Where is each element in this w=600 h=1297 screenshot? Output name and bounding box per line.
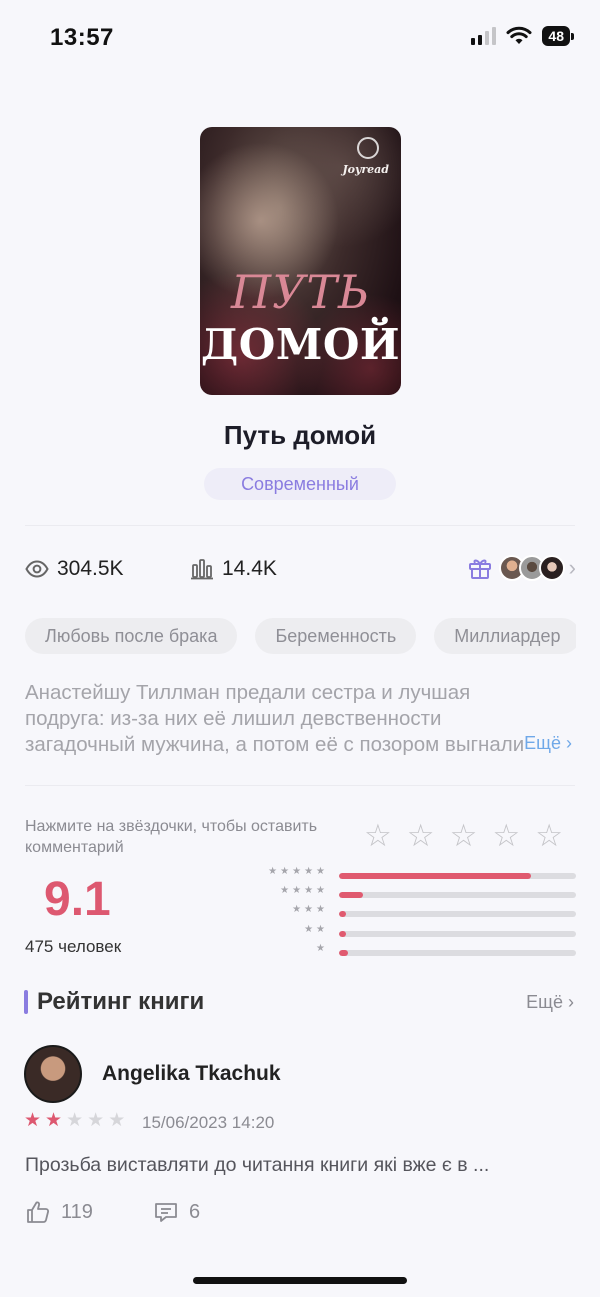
rating-hint: Нажмите на звёздочки, чтобы оставить ком… xyxy=(25,818,318,856)
divider xyxy=(25,785,575,786)
distribution-bar-track xyxy=(339,931,576,937)
views-stat: 304.5K xyxy=(25,557,124,581)
genre-chip[interactable]: Современный xyxy=(204,468,396,500)
status-bar: 13:57 48 xyxy=(0,0,600,78)
distribution-star-label: ★★ xyxy=(304,924,328,935)
distribution-star-label: ★ xyxy=(316,943,328,954)
star-outline-icon[interactable]: ☆ xyxy=(364,820,392,851)
distribution-bar-fill xyxy=(339,911,347,917)
popularity-stat: 14.4K xyxy=(190,557,277,581)
distribution-bar-track xyxy=(339,892,576,898)
distribution-bar-track xyxy=(339,950,576,956)
like-button[interactable]: 119 xyxy=(25,1199,93,1225)
thumbs-up-icon xyxy=(27,1201,50,1223)
distribution-star-label: ★★★ xyxy=(292,904,328,915)
like-count: 119 xyxy=(61,1200,93,1223)
review-text[interactable]: Прозьба виставляти до читання книги які … xyxy=(25,1154,570,1177)
rating-distribution-row: ★★ xyxy=(260,924,576,939)
home-indicator[interactable] xyxy=(193,1277,407,1284)
rating-distribution-row: ★★★★★ xyxy=(260,866,576,881)
star-outline-icon[interactable]: ☆ xyxy=(492,820,520,851)
status-indicators: 48 xyxy=(471,26,574,46)
wifi-icon xyxy=(506,26,532,44)
battery-indicator: 48 xyxy=(542,26,574,46)
distribution-bar-fill xyxy=(339,892,363,898)
star-empty-icon: ★ xyxy=(87,1110,105,1131)
divider xyxy=(25,525,575,526)
bars-icon xyxy=(191,559,213,580)
rating-distribution-row: ★ xyxy=(260,943,576,958)
distribution-star-label: ★★★★★ xyxy=(268,866,328,877)
section-accent-bar xyxy=(24,990,28,1014)
rating-count: 475 человек xyxy=(25,937,122,956)
gift-fans[interactable]: › xyxy=(467,555,576,581)
reviews-more-link[interactable]: Ещё › xyxy=(526,992,574,1013)
star-empty-icon: ★ xyxy=(108,1110,126,1131)
distribution-bar-fill xyxy=(339,873,531,879)
review-date: 15/06/2023 14:20 xyxy=(142,1113,275,1132)
distribution-bar-fill xyxy=(339,950,349,956)
comment-count: 6 xyxy=(189,1200,201,1223)
cover-brand: Joyread xyxy=(342,163,389,176)
rating-score: 9.1 xyxy=(44,873,111,926)
rating-distribution-row: ★★★ xyxy=(260,904,576,919)
signal-icon xyxy=(471,27,497,45)
distribution-bar-track xyxy=(339,911,576,917)
cover-title-line1: ПУТЬ xyxy=(230,265,371,319)
tag-chip[interactable]: Любовь после брака xyxy=(25,618,238,654)
chevron-right-icon: › xyxy=(568,555,576,580)
avatar[interactable] xyxy=(24,1045,82,1103)
rating-distribution-row: ★★★★ xyxy=(260,885,576,900)
star-outline-icon[interactable]: ☆ xyxy=(407,820,435,851)
star-filled-icon: ★ xyxy=(45,1110,63,1131)
comment-icon xyxy=(155,1203,177,1222)
reviewer-name[interactable]: Angelika Tkachuk xyxy=(102,1062,281,1086)
gift-icon xyxy=(468,559,491,579)
distribution-bar-fill xyxy=(339,931,347,937)
status-time: 13:57 xyxy=(50,24,114,51)
book-cover[interactable]: Joyread ПУТЬ ДОМОЙ xyxy=(200,127,401,395)
popularity-count: 14.4K xyxy=(222,557,277,580)
section-title: Рейтинг книги xyxy=(37,988,205,1015)
fan-avatar xyxy=(538,555,565,581)
review-stars: ★ ★ ★ ★ ★ xyxy=(24,1111,125,1131)
eye-icon xyxy=(25,560,49,578)
book-title: Путь домой xyxy=(223,420,377,450)
brand-logo-icon xyxy=(357,137,379,159)
description-more-link[interactable]: Ещё › xyxy=(524,733,572,754)
tag-chip[interactable]: Беременность xyxy=(255,618,417,654)
distribution-star-label: ★★★★ xyxy=(280,885,328,896)
rating-stars-input[interactable]: ☆ ☆ ☆ ☆ ☆ xyxy=(364,820,563,851)
cover-title-line2: ДОМОЙ xyxy=(200,320,401,369)
star-filled-icon: ★ xyxy=(24,1110,42,1131)
star-empty-icon: ★ xyxy=(66,1110,84,1131)
star-outline-icon[interactable]: ☆ xyxy=(535,820,563,851)
tag-list: Любовь после брака Беременность Миллиард… xyxy=(25,618,576,654)
star-outline-icon[interactable]: ☆ xyxy=(450,820,478,851)
book-description: Анастейшу Тиллман предали сестра и лучша… xyxy=(25,681,525,756)
tag-chip[interactable]: Миллиардер xyxy=(434,618,576,654)
distribution-bar-track xyxy=(339,873,576,879)
comment-button[interactable]: 6 xyxy=(153,1199,200,1225)
views-count: 304.5K xyxy=(57,557,124,580)
